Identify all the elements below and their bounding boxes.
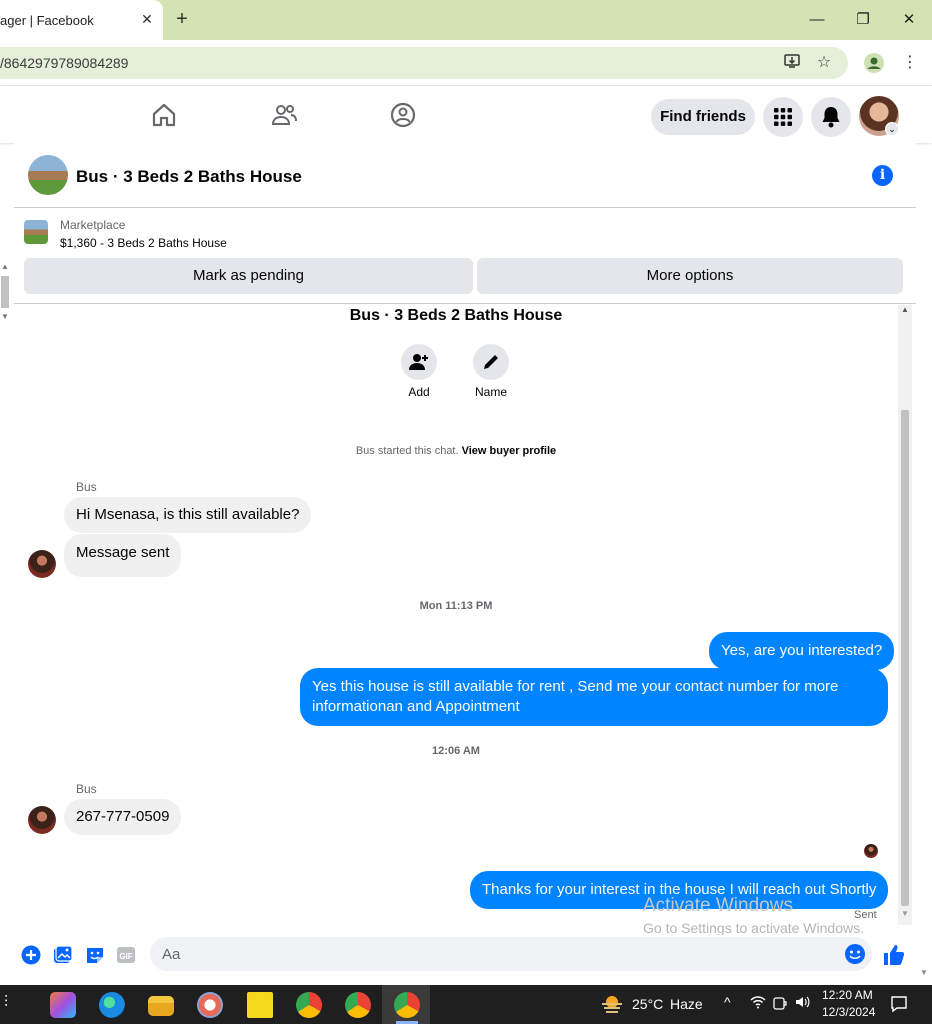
- svg-text:GIF: GIF: [119, 952, 132, 961]
- groups-icon[interactable]: [389, 101, 417, 129]
- edge-icon[interactable]: [99, 992, 125, 1018]
- page-scroll-down-icon[interactable]: ▼: [920, 968, 928, 977]
- restore-icon[interactable]: ❐: [849, 8, 877, 32]
- file-explorer-icon[interactable]: [148, 996, 174, 1016]
- minimize-icon[interactable]: —: [803, 8, 831, 32]
- mark-as-pending-button[interactable]: Mark as pending: [24, 258, 473, 294]
- chevron-up-icon[interactable]: ^: [724, 994, 731, 1010]
- menu-grid-button[interactable]: [763, 97, 803, 137]
- emoji-icon[interactable]: [844, 943, 866, 965]
- info-icon[interactable]: i: [872, 165, 893, 186]
- add-person-icon: [409, 354, 428, 370]
- incoming-message[interactable]: Message sent: [64, 534, 182, 577]
- clock-date[interactable]: 12/3/2024: [822, 1005, 875, 1019]
- scroll-up-icon[interactable]: ▲: [898, 305, 912, 314]
- thread-title: Bus · 3 Beds 2 Baths House: [349, 307, 563, 324]
- weather-temp[interactable]: 25°C: [632, 996, 663, 1012]
- edit-name-button[interactable]: [473, 344, 509, 380]
- message-composer: GIF Aa: [14, 935, 916, 981]
- browser-tabstrip: ager | Facebook ✕ + — ❐ ✕: [0, 0, 932, 40]
- sticky-notes-icon[interactable]: [247, 992, 273, 1018]
- volume-icon[interactable]: [794, 994, 810, 1013]
- marketplace-banner: Marketplace $1,360 - 3 Beds 2 Baths Hous…: [14, 208, 916, 304]
- marketplace-label: Marketplace: [60, 218, 126, 232]
- weather-haze-icon[interactable]: [600, 994, 624, 1014]
- incoming-message[interactable]: Hi Msenasa, is this still available?: [64, 497, 312, 533]
- profile-icon[interactable]: [863, 52, 885, 74]
- incoming-message[interactable]: 267-777-0509: [64, 799, 182, 835]
- conversation-header: Bus · 3 Beds 2 Baths House i: [14, 143, 916, 208]
- paint-icon[interactable]: [197, 992, 223, 1018]
- bookmark-star-icon[interactable]: ☆: [813, 52, 835, 74]
- photo-icon[interactable]: [53, 945, 73, 965]
- add-label: Add: [408, 385, 430, 399]
- more-options-button[interactable]: More options: [477, 258, 903, 294]
- url-text: /8642979789084289: [0, 55, 129, 71]
- chrome-icon[interactable]: [394, 992, 420, 1018]
- scrollbar-thumb[interactable]: [901, 410, 909, 906]
- address-bar[interactable]: /8642979789084289 ☆: [0, 47, 848, 79]
- battery-icon[interactable]: [772, 995, 788, 1014]
- windows-taskbar: ⫶ 25°C Haze ^ 12:20 AM 12/3/2024: [0, 985, 932, 1024]
- new-tab-icon[interactable]: +: [172, 8, 192, 30]
- chevron-down-icon[interactable]: ⌄: [885, 122, 899, 136]
- message-thread[interactable]: Bus · 3 Beds 2 Baths House Add Name Bus …: [14, 305, 912, 935]
- system-message: Bus started this chat. View buyer profil…: [14, 445, 898, 457]
- read-receipt-avatar: [864, 844, 878, 858]
- browser-tab[interactable]: ager | Facebook ✕: [0, 0, 163, 40]
- network-icon[interactable]: [750, 994, 766, 1013]
- name-label: Name: [474, 385, 507, 399]
- left-scrollbar[interactable]: ▲ ▼: [0, 262, 10, 332]
- window-close-icon[interactable]: ✕: [895, 8, 923, 32]
- system-text: Bus started this chat.: [355, 445, 459, 457]
- install-app-icon[interactable]: [781, 52, 803, 74]
- bell-icon: [822, 107, 840, 128]
- timestamp: 12:06 AM: [432, 745, 480, 757]
- chrome-icon[interactable]: [296, 992, 322, 1018]
- grid-icon: [774, 108, 792, 126]
- tab-title: ager | Facebook: [0, 13, 94, 28]
- browser-toolbar: /8642979789084289 ☆ ⋮: [0, 40, 932, 86]
- sender-name: Bus: [76, 782, 97, 796]
- sticker-icon[interactable]: [85, 945, 105, 965]
- thumbs-up-icon[interactable]: [882, 943, 906, 967]
- sender-avatar[interactable]: [28, 550, 56, 578]
- find-friends-button[interactable]: Find friends: [651, 99, 755, 135]
- outgoing-message[interactable]: Yes, are you interested?: [709, 632, 895, 670]
- chrome-icon[interactable]: [345, 992, 371, 1018]
- sender-avatar[interactable]: [28, 806, 56, 834]
- sender-name: Bus: [76, 480, 97, 494]
- timestamp: Mon 11:13 PM: [419, 600, 493, 612]
- listing-avatar[interactable]: [28, 155, 68, 195]
- copilot-icon[interactable]: [50, 992, 76, 1018]
- close-tab-icon[interactable]: ✕: [138, 10, 156, 28]
- activate-windows-subtitle: Go to Settings to activate Windows.: [643, 920, 864, 936]
- conversation-title[interactable]: Bus · 3 Beds 2 Baths House: [76, 167, 302, 187]
- pencil-icon: [484, 355, 498, 369]
- outgoing-message[interactable]: Yes this house is still available for re…: [300, 668, 888, 726]
- facebook-top-nav: Find friends ⌄: [0, 87, 932, 143]
- scroll-down-icon[interactable]: ▼: [898, 909, 912, 918]
- home-icon[interactable]: [150, 101, 178, 129]
- plus-circle-icon[interactable]: [21, 945, 41, 965]
- activate-windows-title: Activate Windows: [643, 895, 793, 916]
- sent-status: Sent: [854, 909, 877, 921]
- thread-scrollbar[interactable]: ▲ ▼: [898, 305, 912, 925]
- notification-center-icon[interactable]: [890, 995, 908, 1018]
- message-placeholder: Aa: [162, 946, 181, 963]
- listing-thumbnail[interactable]: [24, 220, 48, 244]
- view-buyer-profile-link[interactable]: View buyer profile: [462, 445, 557, 457]
- clock-time[interactable]: 12:20 AM: [822, 988, 873, 1002]
- task-view-icon[interactable]: ⫶: [4, 994, 22, 1014]
- browser-menu-icon[interactable]: ⋮: [899, 52, 921, 74]
- gif-icon[interactable]: GIF: [116, 945, 136, 965]
- message-input[interactable]: Aa: [150, 937, 872, 971]
- add-people-button[interactable]: [401, 344, 437, 380]
- listing-summary[interactable]: $1,360 - 3 Beds 2 Baths House: [60, 236, 227, 250]
- weather-desc[interactable]: Haze: [670, 996, 703, 1012]
- notifications-button[interactable]: [811, 97, 851, 137]
- friends-icon[interactable]: [270, 101, 298, 129]
